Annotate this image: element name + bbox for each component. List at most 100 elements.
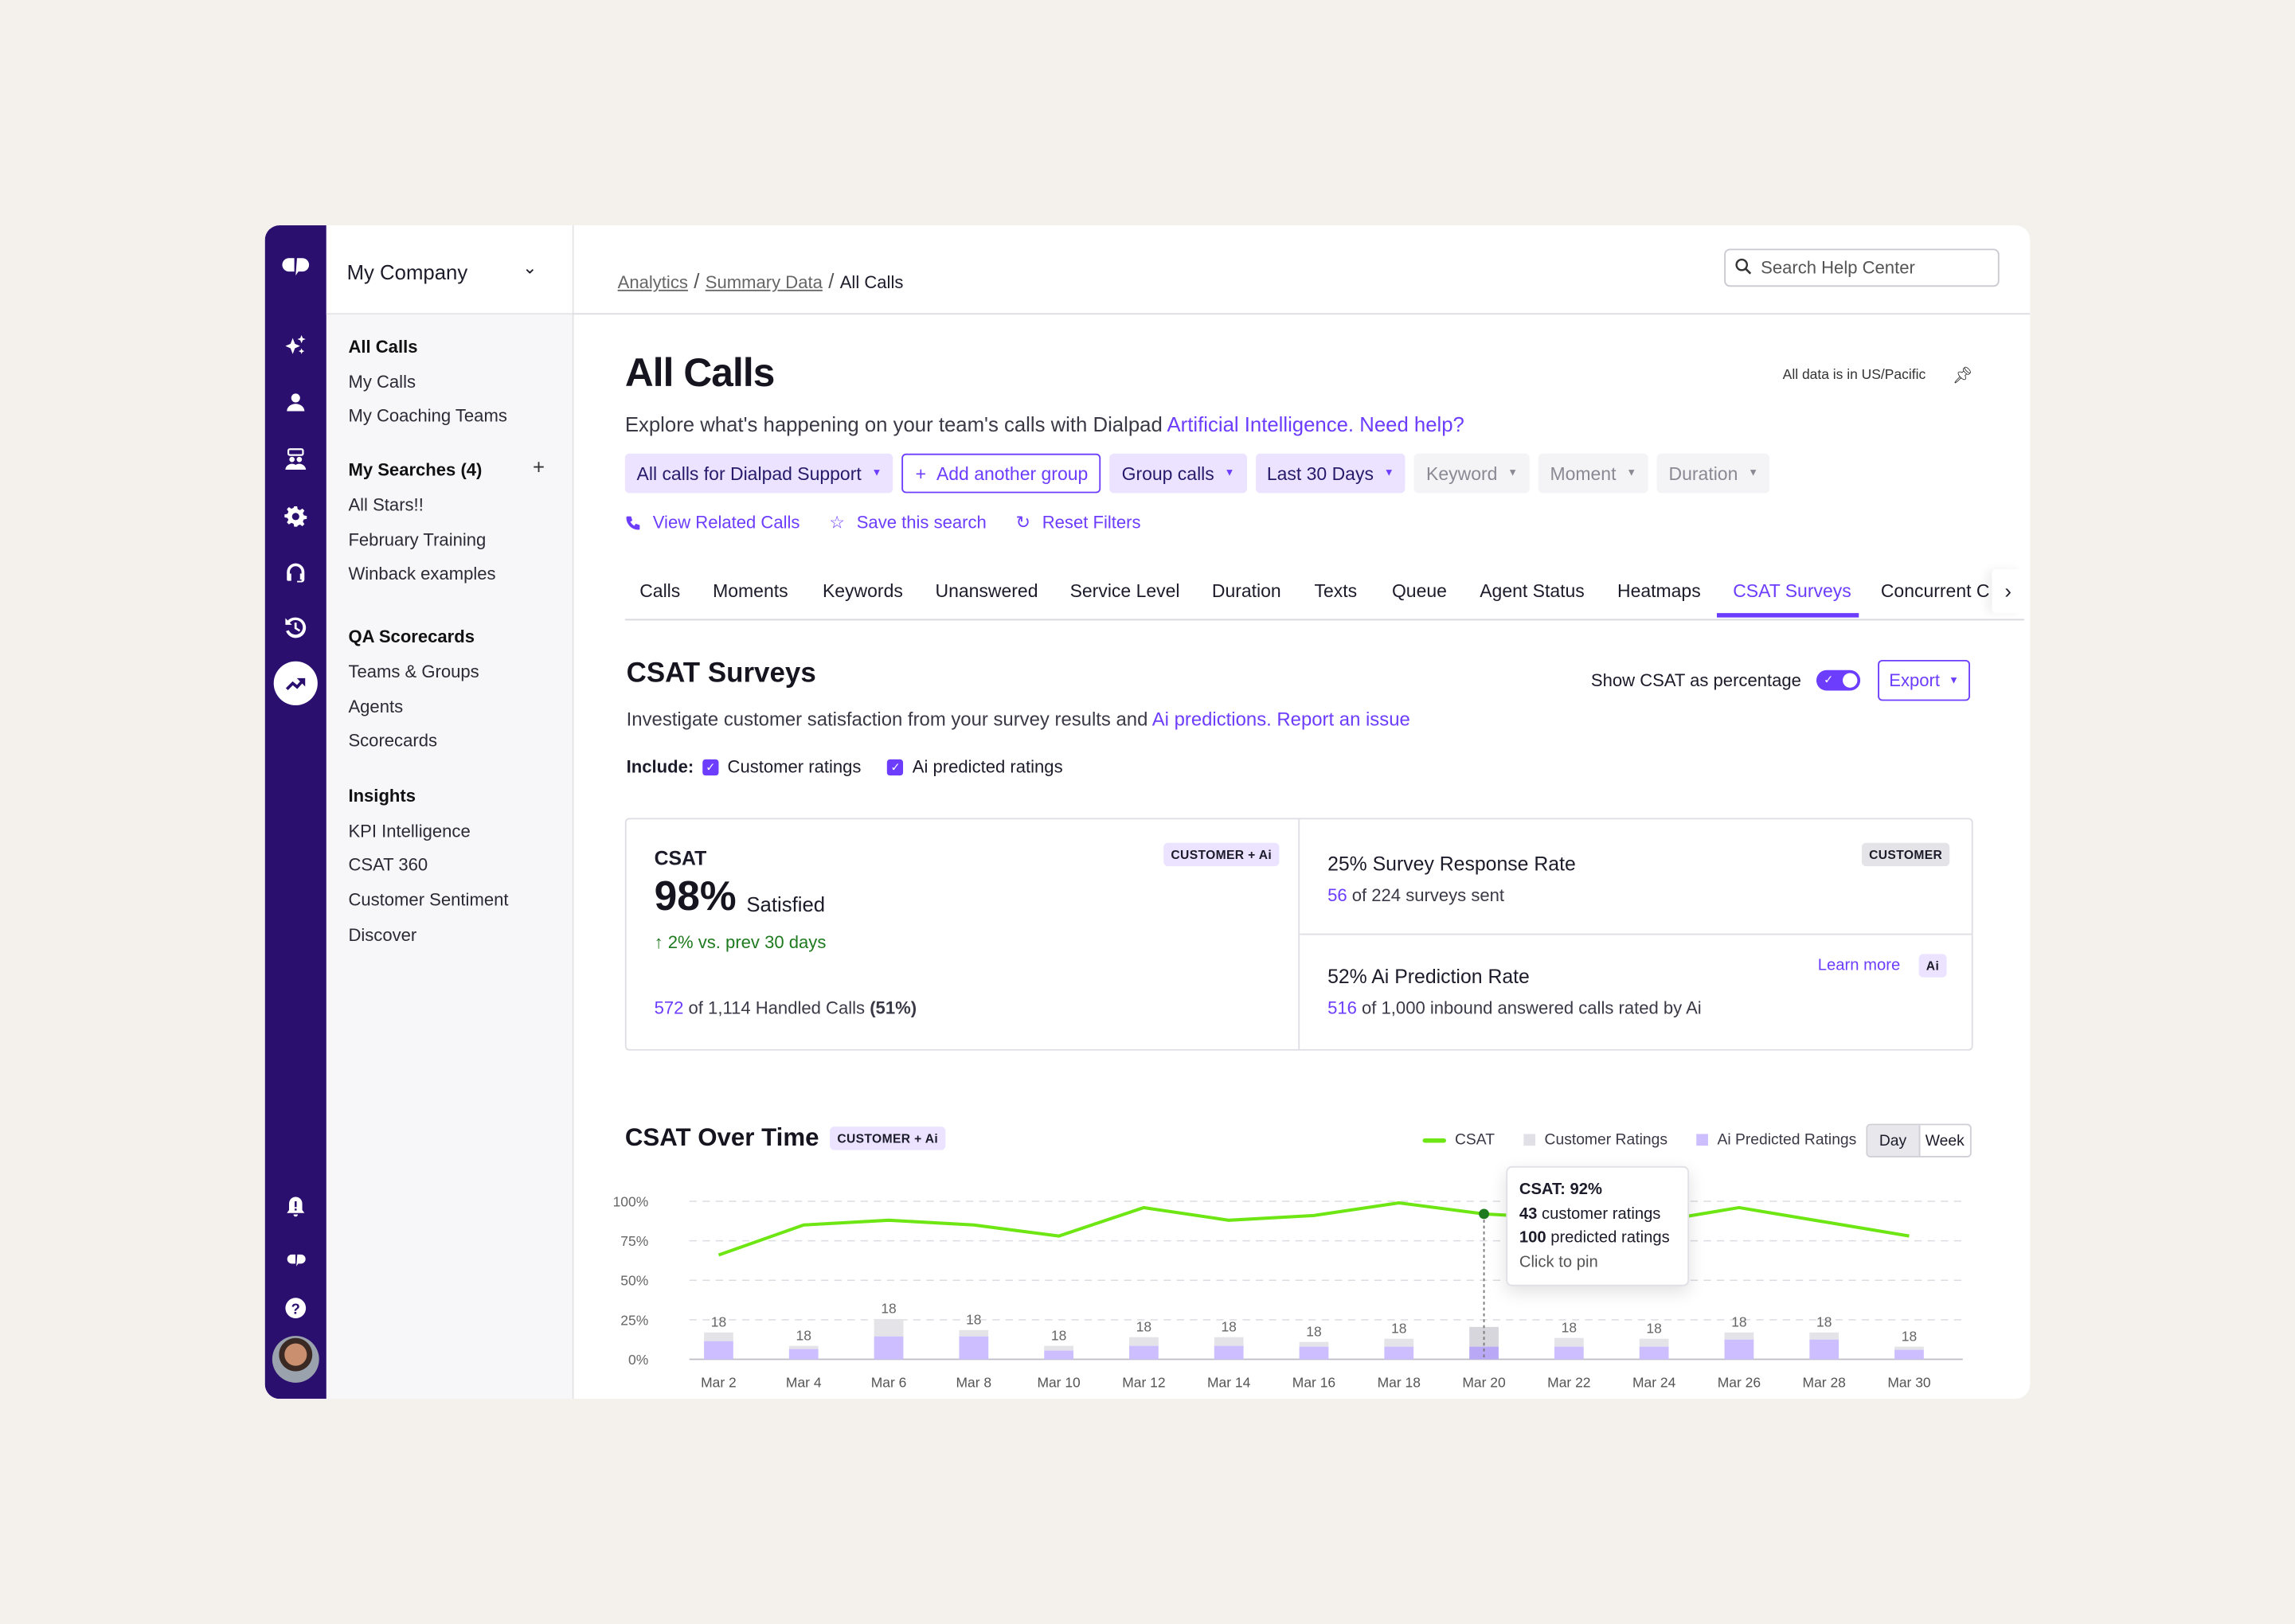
add-search-plus-icon[interactable]: + (533, 455, 545, 478)
view-related-calls-link[interactable]: View Related Calls (625, 512, 800, 533)
caret-down-icon: ▼ (1507, 468, 1519, 479)
tab-service-level[interactable]: Service Level (1070, 581, 1180, 602)
legend-customer-swatch (1523, 1134, 1536, 1146)
group-calls-dropdown[interactable]: Group calls ▼ (1109, 453, 1247, 494)
y-tick-label: 75% (620, 1233, 648, 1249)
sidebar-item-all-stars[interactable]: All Stars!! (348, 494, 423, 515)
tab-heatmaps[interactable]: Heatmaps (1617, 581, 1701, 602)
ai-predicted-bar (874, 1336, 904, 1360)
duration-filter-dropdown[interactable]: Duration ▼ (1656, 453, 1770, 494)
tab-agent-status[interactable]: Agent Status (1480, 581, 1585, 602)
tab-unanswered[interactable]: Unanswered (935, 581, 1038, 602)
sidebar-item-csat-360[interactable]: CSAT 360 (348, 854, 428, 875)
help-search-box[interactable] (1724, 248, 2000, 287)
csat-over-time-chart: 0% 25% 50% 75% 100% 18 Mar 2 18 Mar 4 18 Mar 6 18 Ma… (613, 1193, 1963, 1390)
tab-calls[interactable]: Calls (639, 581, 680, 602)
x-tick-label: Mar 16 (1292, 1374, 1335, 1390)
phone-icon (626, 515, 640, 529)
csat-kpi-suffix: Satisfied (746, 892, 826, 916)
headset-icon[interactable] (265, 555, 326, 590)
company-switcher[interactable]: My Company ⌄ (326, 225, 573, 315)
sidebar-item-kpi-intelligence[interactable]: KPI Intelligence (348, 821, 470, 841)
breadcrumb-separator: / (694, 269, 700, 293)
ai-predicted-bar (704, 1341, 733, 1360)
add-group-button[interactable]: + Add another group (902, 453, 1101, 494)
keyword-filter-dropdown[interactable]: Keyword ▼ (1414, 453, 1530, 494)
learn-more-link[interactable]: Learn more (1818, 957, 1900, 974)
tab-keywords[interactable]: Keywords (823, 581, 903, 602)
x-tick-label: Mar 12 (1122, 1374, 1165, 1390)
date-range-dropdown[interactable]: Last 30 Days ▼ (1255, 453, 1406, 494)
tab-texts[interactable]: Texts (1315, 581, 1358, 602)
bar-value-label: 18 (1051, 1327, 1066, 1343)
tab-bar: Calls Moments Keywords Unanswered Servic… (624, 566, 2024, 621)
alert-bell-icon[interactable] (265, 1189, 326, 1224)
customer-ratings-checkbox[interactable]: ✓ (702, 759, 719, 775)
page-subtitle: Explore what's happening on your team's … (625, 412, 1464, 435)
history-icon[interactable] (265, 610, 326, 645)
reset-filters-link[interactable]: ↻ Reset Filters (1016, 512, 1141, 533)
export-label: Export (1889, 670, 1941, 691)
tooltip-customer-num: 43 (1519, 1205, 1538, 1224)
gear-icon[interactable] (265, 499, 326, 534)
user-avatar[interactable] (272, 1336, 319, 1383)
breadcrumb-summary-data[interactable]: Summary Data (706, 272, 823, 293)
ai-predictions-link[interactable]: Ai predictions. (1152, 709, 1272, 731)
tab-concurrent-calls[interactable]: Concurrent C (1881, 581, 1990, 602)
chart-tooltip[interactable]: CSAT: 92% 43 customer ratings 100 predic… (1506, 1165, 1690, 1286)
person-icon[interactable] (265, 385, 326, 420)
ai-link[interactable]: Artificial Intelligence. (1167, 412, 1355, 435)
sidebar-item-my-coaching-teams[interactable]: My Coaching Teams (348, 405, 506, 426)
predicted-count[interactable]: 516 (1327, 998, 1357, 1019)
sidebar-item-teams-groups[interactable]: Teams & Groups (348, 662, 479, 682)
sidebar-item-discover[interactable]: Discover (348, 925, 416, 946)
handled-rated-count[interactable]: 572 (655, 998, 684, 1019)
sidebar-item-customer-sentiment[interactable]: Customer Sentiment (348, 890, 508, 911)
ai-sparkle-icon[interactable] (265, 328, 326, 363)
tab-duration[interactable]: Duration (1212, 581, 1281, 602)
csat-kpi-value: 98% (654, 873, 737, 919)
breadcrumb-analytics[interactable]: Analytics (618, 272, 688, 293)
tab-moments[interactable]: Moments (713, 581, 788, 602)
help-icon[interactable]: ? (265, 1290, 326, 1325)
analytics-trend-icon[interactable] (273, 661, 318, 705)
x-tick-label: Mar 2 (701, 1374, 737, 1390)
sidebar-item-all-calls[interactable]: All Calls (348, 337, 417, 357)
report-issue-link[interactable]: Report an issue (1272, 709, 1409, 731)
sidebar-header-my-searches[interactable]: My Searches (4) (348, 459, 482, 480)
dialpad-small-icon[interactable] (265, 1241, 326, 1276)
day-option[interactable]: Day (1867, 1125, 1920, 1157)
sidebar-item-winback-examples[interactable]: Winback examples (348, 564, 495, 584)
help-search-input[interactable] (1757, 256, 1984, 280)
y-tick-label: 50% (620, 1273, 648, 1289)
pin-icon[interactable]: 📌︎ (1953, 366, 1973, 385)
company-name: My Company (346, 260, 468, 284)
export-button[interactable]: Export ▼ (1878, 659, 1970, 701)
legend-csat-label: CSAT (1454, 1130, 1495, 1149)
responses-count[interactable]: 56 (1327, 885, 1347, 906)
need-help-link[interactable]: Need help? (1354, 412, 1464, 435)
ai-ratings-checkbox[interactable]: ✓ (887, 759, 904, 775)
customer-badge: CUSTOMER (1861, 842, 1950, 867)
bar-value-label: 18 (966, 1311, 981, 1327)
ai-predicted-bar (1724, 1339, 1754, 1360)
sidebar-item-agents[interactable]: Agents (348, 697, 403, 717)
dialpad-logo-icon[interactable] (265, 248, 326, 283)
ai-predicted-bar (1554, 1346, 1584, 1360)
team-icon[interactable] (265, 442, 326, 477)
group-filter-dropdown[interactable]: All calls for Dialpad Support ▼ (624, 453, 894, 494)
moment-filter-dropdown[interactable]: Moment ▼ (1538, 453, 1648, 494)
sidebar-item-february-training[interactable]: February Training (348, 529, 486, 550)
tab-csat-surveys[interactable]: CSAT Surveys (1733, 581, 1851, 602)
bar-value-label: 18 (1731, 1314, 1746, 1329)
week-option[interactable]: Week (1920, 1125, 1970, 1156)
save-search-link[interactable]: ☆ Save this search (829, 512, 987, 533)
sidebar-item-my-calls[interactable]: My Calls (348, 372, 416, 392)
customer-ratings-label: Customer ratings (727, 756, 862, 777)
tab-queue[interactable]: Queue (1392, 581, 1447, 602)
sidebar-item-scorecards[interactable]: Scorecards (348, 730, 437, 751)
show-percentage-toggle[interactable]: ✓ (1816, 670, 1861, 691)
view-related-label: View Related Calls (652, 512, 800, 533)
tabs-scroll-right-button[interactable]: › (1992, 568, 2024, 614)
x-tick-label: Mar 4 (786, 1374, 822, 1390)
